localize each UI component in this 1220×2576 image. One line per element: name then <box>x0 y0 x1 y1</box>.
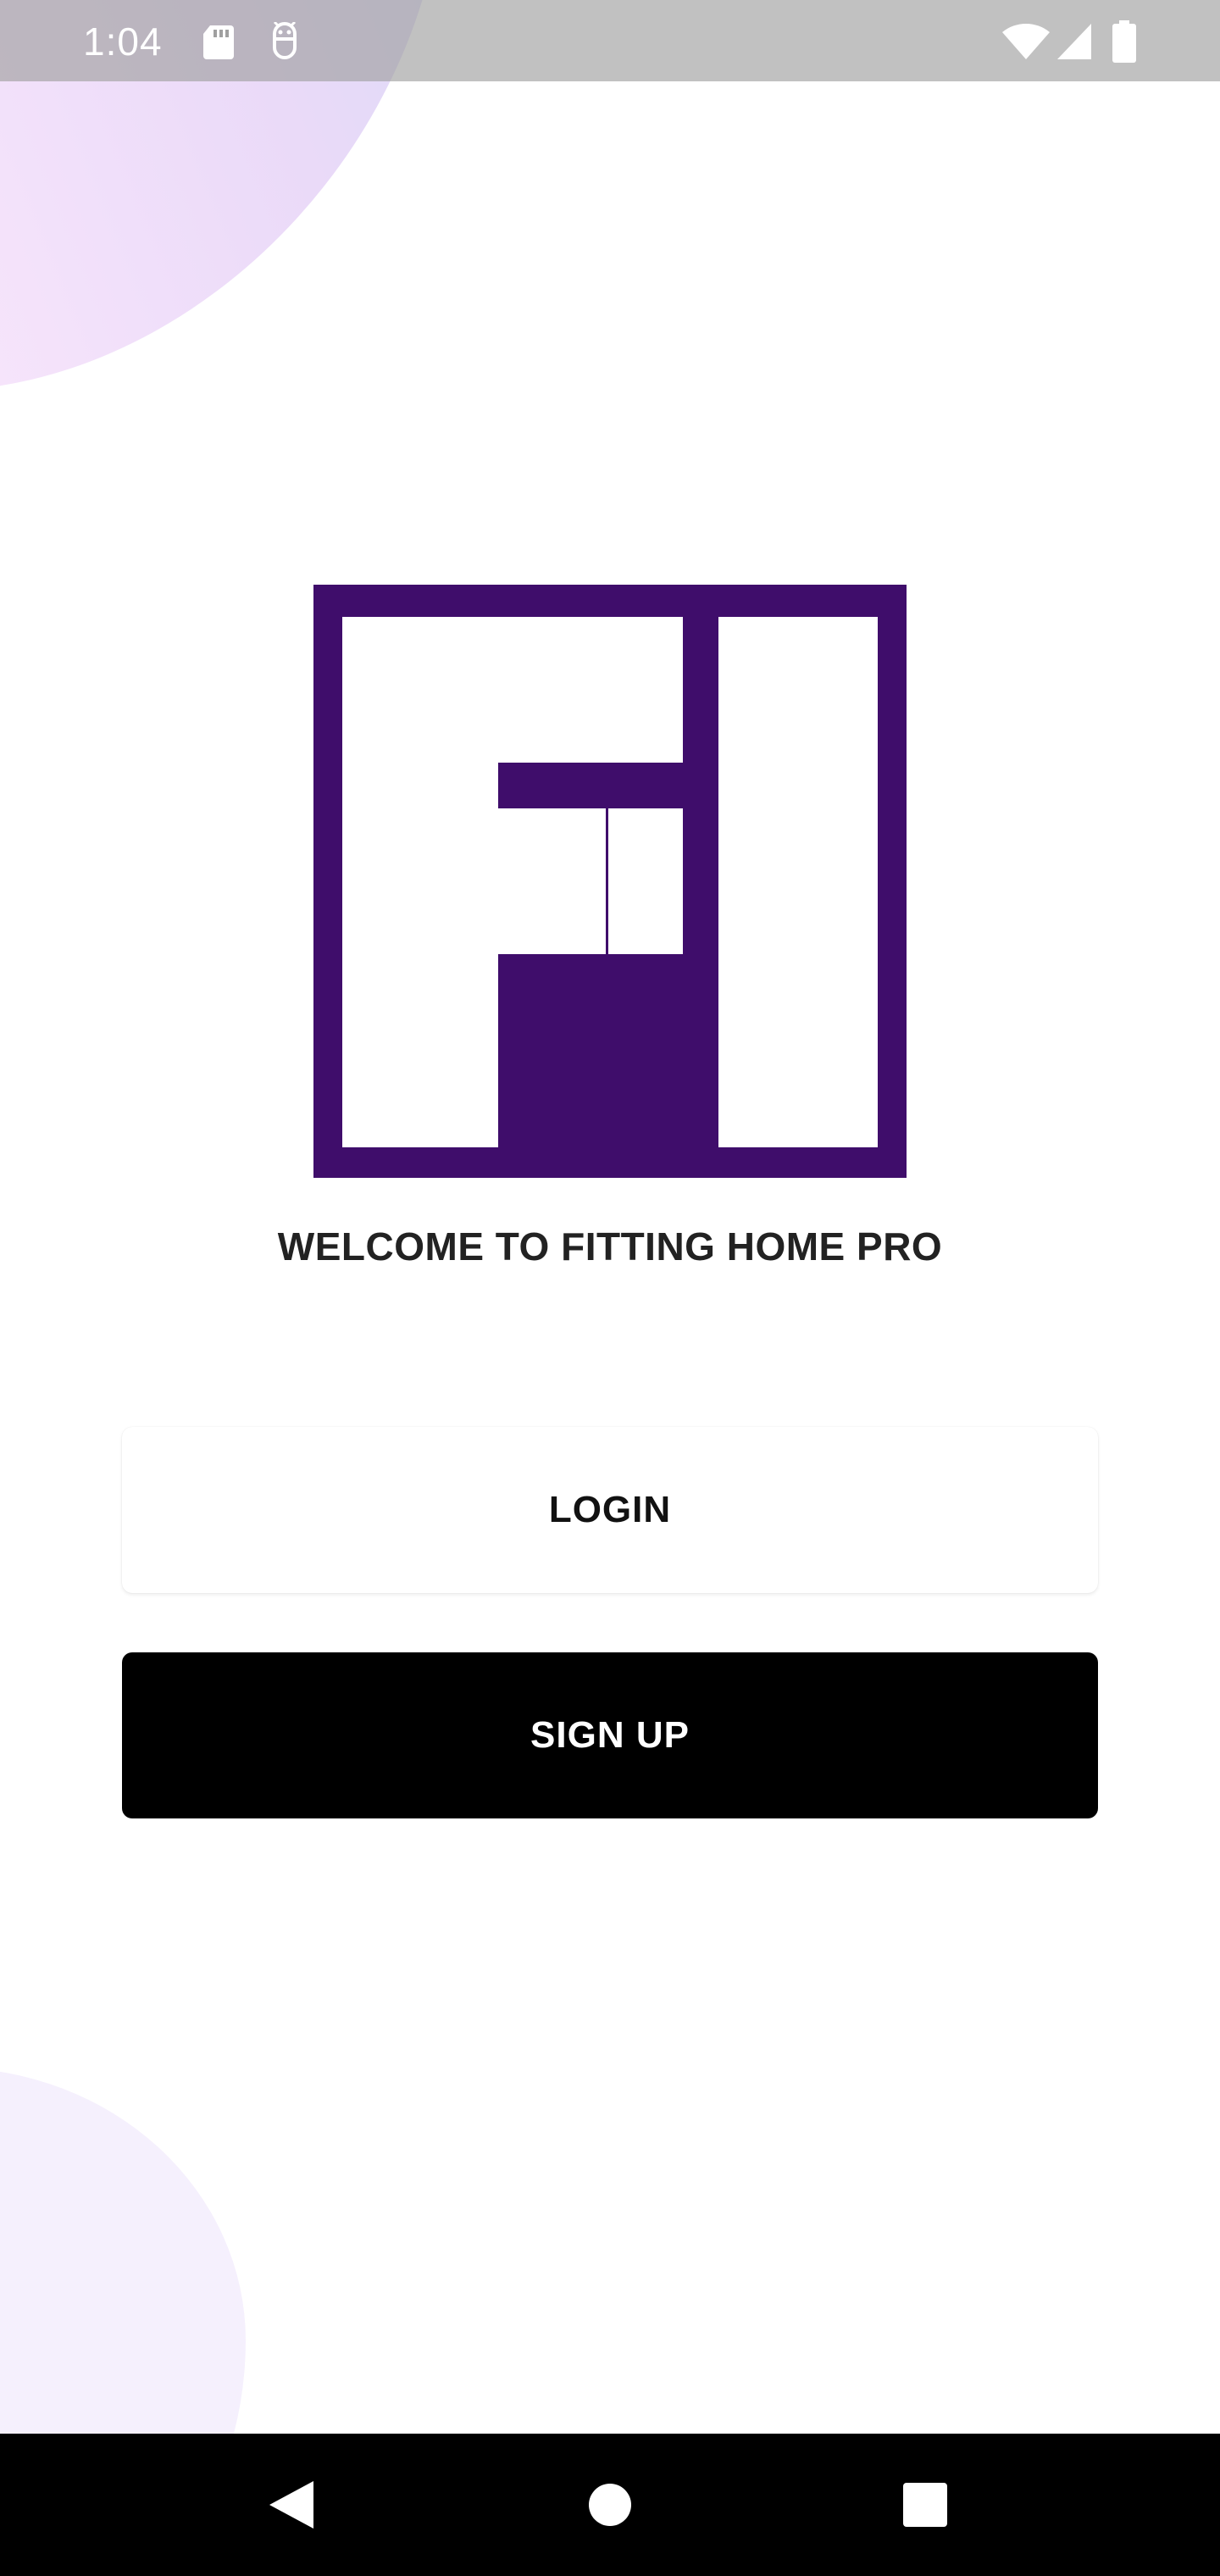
debug-icon <box>273 22 297 59</box>
status-bar: 1:04 <box>0 0 1220 81</box>
back-icon <box>269 2481 313 2529</box>
nav-back-button[interactable] <box>224 2434 359 2576</box>
nav-recents-button[interactable] <box>857 2434 993 2576</box>
login-button[interactable]: LOGIN <box>122 1427 1098 1593</box>
home-icon <box>589 2484 631 2526</box>
recents-icon <box>903 2483 947 2527</box>
system-nav-bar <box>0 2434 1220 2576</box>
wifi-icon <box>1002 23 1050 59</box>
signal-icon <box>1057 24 1091 59</box>
signup-button[interactable]: SIGN UP <box>122 1652 1098 1818</box>
fitting-home-pro-logo <box>313 585 907 1178</box>
battery-icon <box>1112 20 1136 63</box>
status-time: 1:04 <box>83 19 163 64</box>
sd-card-icon <box>203 25 234 59</box>
decorative-blob-top <box>0 0 618 558</box>
nav-home-button[interactable] <box>542 2434 678 2576</box>
welcome-screen: 1:04 WELCOME TO FITTING HOME PRO LOGIN S… <box>0 0 1220 2576</box>
welcome-title: WELCOME TO FITTING HOME PRO <box>277 1224 943 1269</box>
